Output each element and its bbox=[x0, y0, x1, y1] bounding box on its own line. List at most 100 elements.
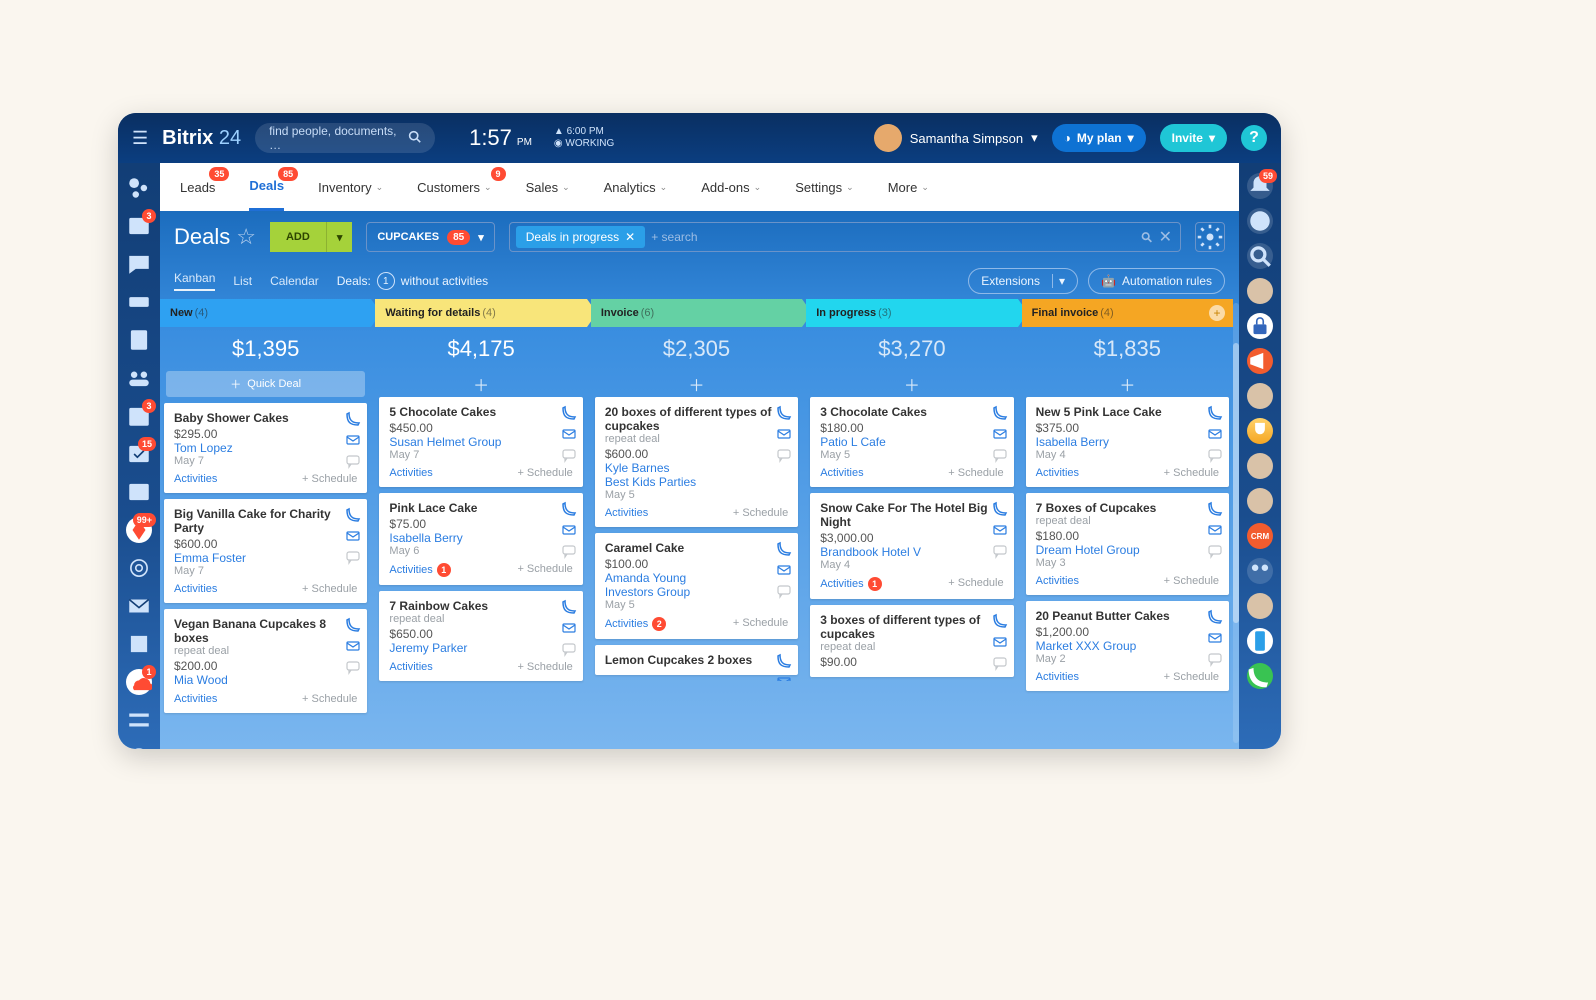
schedule-link[interactable]: + Schedule bbox=[302, 583, 357, 595]
mail-icon[interactable] bbox=[1207, 630, 1223, 646]
deal-card[interactable]: 20 boxes of different types of cupcakesr… bbox=[595, 397, 798, 527]
chevron-down-icon[interactable]: ▾ bbox=[326, 222, 353, 252]
activities-link[interactable]: Activities bbox=[820, 467, 863, 479]
activities-link[interactable]: Activities bbox=[1036, 671, 1079, 683]
tasks-icon[interactable]: 15 bbox=[126, 441, 152, 467]
mail-icon[interactable] bbox=[992, 426, 1008, 442]
feed-icon[interactable] bbox=[126, 175, 152, 201]
deal-card[interactable]: Caramel Cake$100.00Amanda YoungInvestors… bbox=[595, 533, 798, 639]
activities-link[interactable]: Activities bbox=[389, 661, 432, 673]
schedule-link[interactable]: + Schedule bbox=[733, 617, 788, 631]
chat-icon[interactable] bbox=[561, 447, 577, 463]
chat-icon[interactable] bbox=[561, 543, 577, 559]
card-link[interactable]: Amanda Young bbox=[605, 571, 788, 585]
card-link[interactable]: Brandbook Hotel V bbox=[820, 545, 1003, 559]
avatar[interactable] bbox=[1247, 593, 1273, 619]
schedule-link[interactable]: + Schedule bbox=[1164, 671, 1219, 683]
view-list[interactable]: List bbox=[233, 274, 252, 288]
deal-card[interactable]: Vegan Banana Cupcakes 8 boxesrepeat deal… bbox=[164, 609, 367, 713]
schedule-link[interactable]: + Schedule bbox=[517, 467, 572, 479]
deal-card[interactable]: 5 Chocolate Cakes$450.00Susan Helmet Gro… bbox=[379, 397, 582, 487]
mail-icon[interactable] bbox=[345, 638, 361, 654]
card-link[interactable]: Mia Wood bbox=[174, 673, 357, 687]
avatar[interactable] bbox=[1247, 278, 1273, 304]
activities-link[interactable]: Activities 1 bbox=[389, 563, 450, 577]
check-icon[interactable] bbox=[126, 745, 152, 749]
phone-out-icon[interactable] bbox=[1247, 628, 1273, 654]
tab-inventory[interactable]: Inventory ⌄ bbox=[318, 163, 383, 211]
mail-icon[interactable] bbox=[345, 432, 361, 448]
deal-card[interactable]: 3 Chocolate Cakes$180.00Patio L CafeMay … bbox=[810, 397, 1013, 487]
card-icon[interactable]: 3 bbox=[126, 213, 152, 239]
phone-icon[interactable] bbox=[992, 613, 1008, 629]
schedule-link[interactable]: + Schedule bbox=[1164, 575, 1219, 587]
activities-link[interactable]: Activities bbox=[174, 693, 217, 705]
hamburger-icon[interactable]: ☰ bbox=[132, 128, 148, 149]
phone-icon[interactable] bbox=[776, 653, 792, 669]
phone-icon[interactable] bbox=[561, 405, 577, 421]
avatar[interactable] bbox=[1247, 453, 1273, 479]
phone-icon[interactable] bbox=[1207, 501, 1223, 517]
invite-button[interactable]: Invite ▾ bbox=[1160, 124, 1227, 152]
deal-card[interactable]: Lemon Cupcakes 2 boxes bbox=[595, 645, 798, 675]
mail-icon[interactable] bbox=[776, 426, 792, 442]
add-card-button[interactable]: ＋ bbox=[375, 371, 586, 397]
mail-icon[interactable] bbox=[1207, 426, 1223, 442]
mail-icon[interactable] bbox=[561, 522, 577, 538]
pipeline-chip[interactable]: CUPCAKES 85 ▾ bbox=[366, 222, 494, 252]
chat-icon[interactable] bbox=[776, 447, 792, 463]
skype-icon[interactable] bbox=[1247, 208, 1273, 234]
scrollbar[interactable] bbox=[1233, 303, 1239, 743]
automation-button[interactable]: 🤖 Automation rules bbox=[1088, 268, 1225, 294]
crm-icon[interactable]: 99+ bbox=[126, 517, 152, 543]
card-link[interactable]: Dream Hotel Group bbox=[1036, 543, 1219, 557]
chat-icon[interactable] bbox=[992, 447, 1008, 463]
view-kanban[interactable]: Kanban bbox=[174, 271, 215, 291]
mail-icon[interactable] bbox=[992, 522, 1008, 538]
tab-analytics[interactable]: Analytics ⌄ bbox=[604, 163, 668, 211]
phone-icon[interactable] bbox=[345, 507, 361, 523]
mail-icon[interactable] bbox=[561, 426, 577, 442]
chat-icon[interactable] bbox=[992, 543, 1008, 559]
star-icon[interactable]: ☆ bbox=[236, 224, 256, 250]
book-icon[interactable] bbox=[126, 631, 152, 657]
close-icon[interactable]: ✕ bbox=[625, 230, 635, 244]
chat-icon[interactable] bbox=[345, 453, 361, 469]
column-header[interactable]: New(4) bbox=[160, 299, 371, 327]
activities-link[interactable]: Activities 2 bbox=[605, 617, 666, 631]
bell-icon[interactable]: 59 bbox=[1247, 173, 1273, 199]
chat-icon[interactable] bbox=[776, 583, 792, 599]
column-header[interactable]: Waiting for details(4) bbox=[375, 299, 586, 327]
schedule-link[interactable]: + Schedule bbox=[948, 577, 1003, 591]
phone-icon[interactable] bbox=[561, 501, 577, 517]
chat-icon[interactable] bbox=[561, 641, 577, 657]
card-link[interactable]: Best Kids Parties bbox=[605, 475, 788, 489]
deal-card[interactable]: Big Vanilla Cake for Charity Party$600.0… bbox=[164, 499, 367, 603]
chat-icon[interactable] bbox=[992, 655, 1008, 671]
activities-link[interactable]: Activities bbox=[389, 467, 432, 479]
activities-link[interactable]: Activities bbox=[1036, 575, 1079, 587]
deal-card[interactable]: Baby Shower Cakes$295.00Tom LopezMay 7Ac… bbox=[164, 403, 367, 493]
mail-icon[interactable] bbox=[1207, 522, 1223, 538]
help-button[interactable]: ? bbox=[1241, 125, 1267, 151]
phone-icon[interactable] bbox=[345, 411, 361, 427]
deals-without-activities[interactable]: Deals: 1 without activities bbox=[337, 272, 488, 290]
contact-icon[interactable] bbox=[126, 479, 152, 505]
filter-bar[interactable]: Deals in progress ✕ + search ✕ bbox=[509, 222, 1181, 252]
search-icon[interactable] bbox=[1247, 243, 1273, 269]
mail-icon[interactable] bbox=[345, 528, 361, 544]
tab-more[interactable]: More ⌄ bbox=[888, 163, 929, 211]
card-link[interactable]: Kyle Barnes bbox=[605, 461, 788, 475]
phone-icon[interactable] bbox=[345, 617, 361, 633]
mail-icon[interactable] bbox=[561, 620, 577, 636]
phone-icon[interactable] bbox=[776, 541, 792, 557]
user-menu[interactable]: Samantha Simpson ▾ bbox=[874, 124, 1038, 152]
avatar[interactable] bbox=[1247, 488, 1273, 514]
add-button[interactable]: ADD▾ bbox=[270, 222, 352, 252]
dial-icon[interactable] bbox=[1247, 663, 1273, 689]
card-link[interactable]: Investors Group bbox=[605, 585, 788, 599]
mail-icon[interactable] bbox=[776, 674, 792, 681]
group-icon[interactable] bbox=[126, 365, 152, 391]
cloud-icon[interactable]: 1 bbox=[126, 669, 152, 695]
filter-tag[interactable]: Deals in progress ✕ bbox=[516, 226, 645, 248]
